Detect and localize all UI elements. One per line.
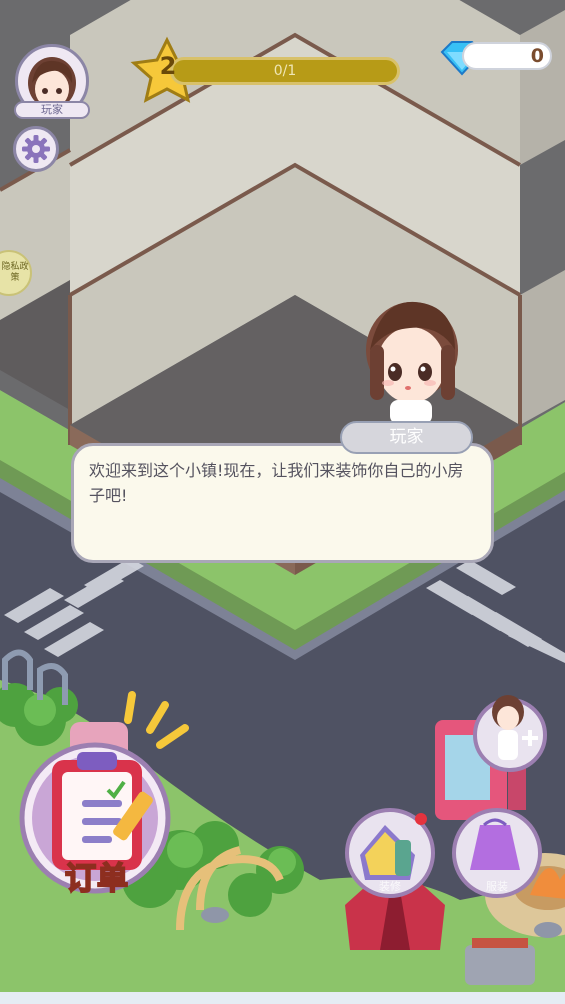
outfit-label: 服装 [486,880,508,893]
gem-count-value: 0 [530,45,544,67]
settings-gear-icon [22,135,50,163]
level-number: 2 [159,52,177,80]
decor-label: 装修 [379,880,401,893]
xp-progress-text: 0/1 [273,63,297,79]
order-label: 订单 [64,860,129,898]
settings-button[interactable] [13,126,59,172]
dialog-text: 欢迎来到这个小镇!现在，让我们来装饰你自己的小房子吧! [89,461,464,505]
bottom-strip [0,992,565,1004]
speaker-name-tag: 玩家 [340,421,473,454]
player-name-label: 玩家 [14,101,90,119]
